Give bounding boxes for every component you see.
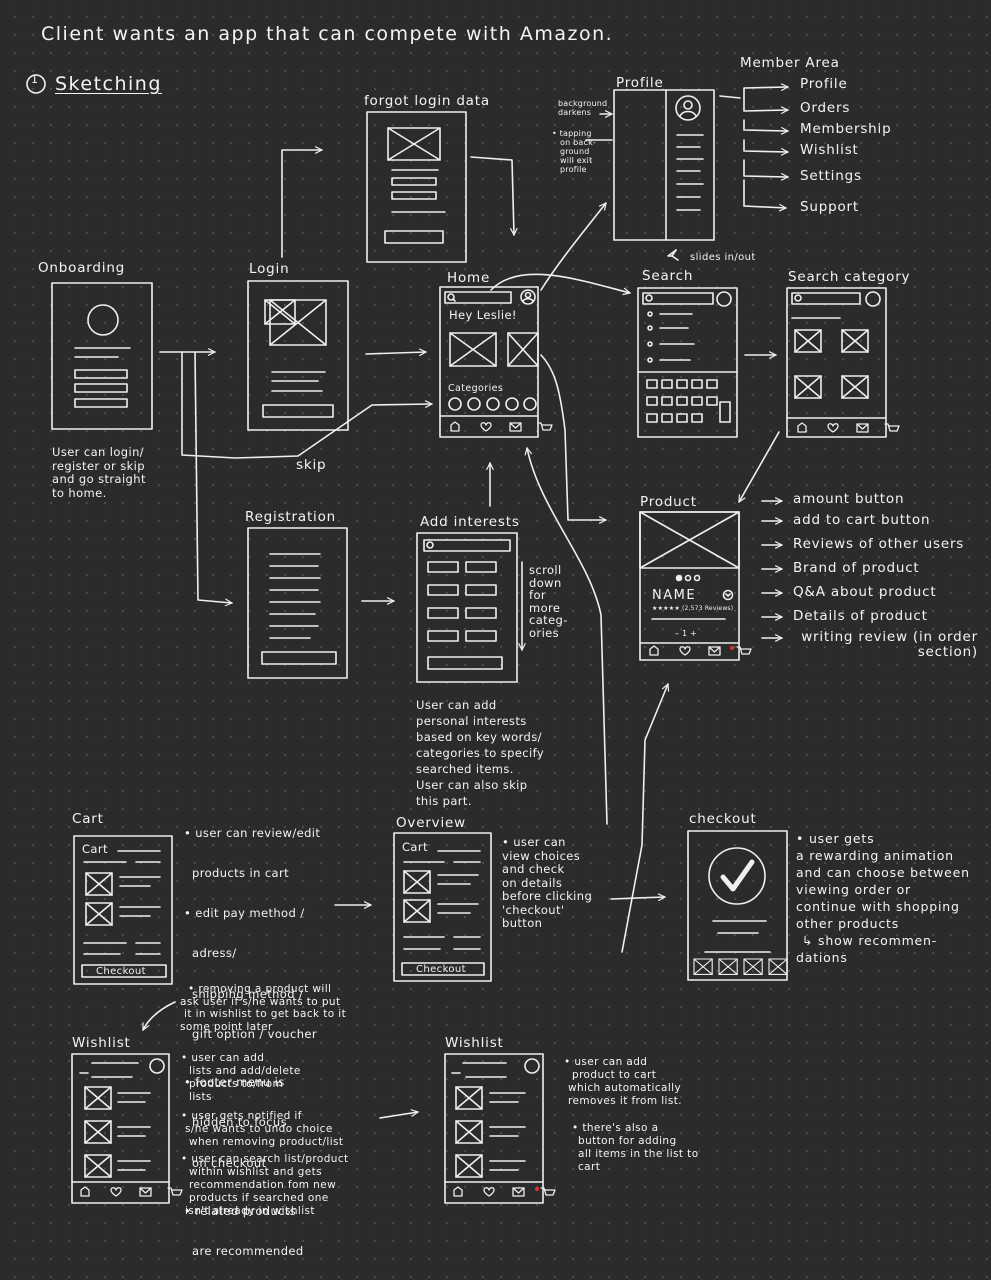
cart-checkout-button: Checkout (96, 966, 146, 977)
cart-wireframe (73, 835, 173, 985)
member-item: Settings (800, 168, 862, 184)
overview-checkout-button: Checkout (416, 964, 466, 975)
forgot-login-label: forgot login data (364, 93, 490, 109)
wishlist-1-wireframe (71, 1053, 183, 1204)
feature-item: Q&A about product (793, 584, 937, 600)
overview-wireframe (393, 832, 492, 982)
home-greeting: Hey Leslie! (449, 308, 517, 322)
add-interests-wireframe (416, 532, 526, 683)
member-area-label: Member Area (740, 55, 840, 71)
registration-wireframe (247, 527, 348, 679)
feature-item: Details of product (793, 608, 928, 624)
member-item: Support (800, 199, 859, 215)
product-stepper: – 1 + (675, 629, 697, 638)
cart-screen-title: Cart (82, 842, 108, 856)
checkout-note: • user gets a rewarding animation and ca… (796, 831, 970, 965)
wishlist-1-note: • user can add lists and add/delete prod… (181, 1052, 349, 1217)
wishlist-2-label: Wishlist (445, 1035, 504, 1051)
login-wireframe (247, 280, 349, 431)
removing-product-note: • removing a product will ask user if s/… (180, 983, 347, 1033)
overview-screen-title: Cart (402, 840, 428, 854)
wishlist-2-wireframe (444, 1053, 556, 1204)
profile-label: Profile (616, 75, 664, 91)
sketch-board: { "header":{"title":"Client wants an app… (0, 0, 991, 1280)
checkout-wireframe (687, 830, 788, 981)
wishlist-1-label: Wishlist (72, 1035, 131, 1051)
scroll-note: scroll down for more categ- ories (529, 563, 568, 640)
section-number: 1 (31, 73, 40, 86)
member-item: Wishlist (800, 142, 859, 158)
product-name: NAME (652, 588, 697, 603)
feature-item: Reviews of other users (793, 536, 965, 552)
page-title: Client wants an app that can compete wit… (41, 23, 614, 45)
checkout-label: checkout (689, 811, 757, 827)
slides-note: slides in/out (690, 252, 756, 263)
search-wireframe (637, 287, 738, 438)
search-label: Search (642, 268, 694, 284)
search-category-label: Search category (788, 269, 911, 285)
overview-label: Overview (396, 815, 466, 831)
search-category-wireframe (786, 287, 900, 438)
product-label: Product (640, 494, 697, 510)
product-rating: ★★★★★ (2,573 Reviews) (652, 605, 734, 612)
wishlist-2-note: • user can add product to cart which aut… (564, 1056, 699, 1173)
interests-note: User can add personal interests based on… (416, 698, 545, 808)
onboarding-wireframe (51, 282, 153, 430)
profile-background-note: background darkens (558, 99, 608, 117)
member-item: Orders (800, 100, 851, 116)
registration-label: Registration (245, 509, 337, 525)
skip-label: skip (296, 457, 327, 473)
login-label: Login (249, 261, 290, 277)
member-item: Membership (800, 121, 892, 137)
home-categories: Categories (448, 383, 504, 394)
cart-label: Cart (72, 811, 104, 827)
profile-wireframe (613, 89, 715, 241)
feature-item: writing review (in order section) (801, 629, 978, 660)
onboarding-note: User can login/ register or skip and go … (52, 445, 146, 500)
section-title: Sketching (55, 73, 162, 95)
onboarding-label: Onboarding (38, 260, 126, 276)
feature-item: Brand of product (793, 560, 920, 576)
profile-tap-note: • tapping on back- ground will exit prof… (552, 129, 597, 174)
forgot-login-wireframe (366, 111, 467, 263)
feature-item: add to cart button (793, 512, 931, 528)
add-interests-label: Add interests (420, 514, 520, 530)
feature-item: amount button (793, 491, 905, 507)
overview-note: • user can view choices and check on det… (502, 835, 593, 930)
member-item: Profile (800, 76, 848, 92)
home-label: Home (447, 270, 491, 286)
